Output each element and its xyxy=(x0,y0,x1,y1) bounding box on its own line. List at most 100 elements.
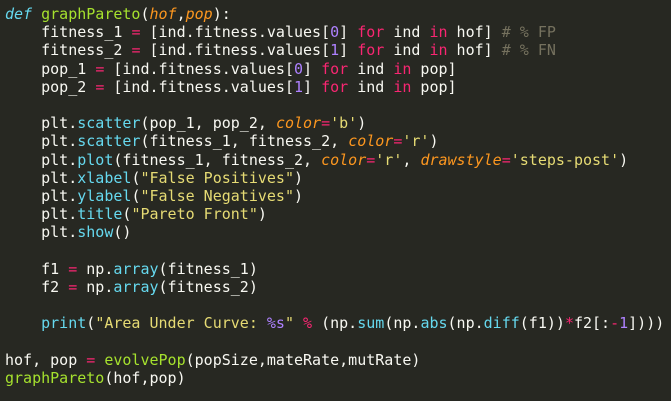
code-token: plt. xyxy=(5,223,78,242)
operator-token: % xyxy=(303,314,313,333)
code-token: (pop_1, pop_2, xyxy=(140,114,276,133)
code-token: ] xyxy=(339,41,358,60)
builtin-call-token: scatter xyxy=(77,132,141,151)
code-token: plt. xyxy=(5,132,78,151)
operator-token: = xyxy=(501,150,511,169)
builtin-call-token: diff xyxy=(483,314,520,333)
code-line: f1 = np.array(fitness_1) xyxy=(5,260,671,278)
function-name-token: graphPareto xyxy=(5,368,105,387)
code-editor[interactable]: def graphPareto(hof,pop): fitness_1 = [i… xyxy=(0,0,671,401)
code-token: ): xyxy=(212,5,231,23)
code-token: [ind.fitness.values[ xyxy=(104,77,294,96)
comment-token: # % FN xyxy=(501,41,556,60)
code-line: print("Area Under Curve: %s" % (np.sum(n… xyxy=(5,314,671,332)
code-token: ) xyxy=(257,205,267,224)
code-line: graphPareto(hof,pop) xyxy=(5,369,671,387)
code-token: ] xyxy=(303,77,322,96)
code-token: (f1)) xyxy=(519,314,565,333)
builtin-call-token: array xyxy=(113,259,159,278)
number-token: 1 xyxy=(330,41,340,60)
code-line: def graphPareto(hof,pop): xyxy=(5,5,671,23)
code-token: np. xyxy=(77,277,114,296)
code-token: ] xyxy=(303,59,322,78)
code-token: pop_1 xyxy=(5,59,96,78)
code-token: (popSize,mateRate,mutRate) xyxy=(185,350,421,369)
code-token: ) xyxy=(294,186,304,205)
keyword-argument-token: color xyxy=(348,132,394,151)
function-name-token: evolvePop xyxy=(104,350,186,369)
operator-token: for xyxy=(321,59,349,78)
code-token: (hof,pop) xyxy=(104,368,186,387)
code-token: ind xyxy=(348,59,394,78)
string-token: "False Positives" xyxy=(140,168,294,187)
code-token: ) xyxy=(619,150,629,169)
code-line: plt.ylabel("False Negatives") xyxy=(5,187,671,205)
code-token: plt. xyxy=(5,168,78,187)
code-line: f2 = np.array(fitness_2) xyxy=(5,278,671,296)
code-token: , xyxy=(402,150,421,169)
builtin-call-token: abs xyxy=(420,314,448,333)
operator-token: in xyxy=(393,59,412,78)
operator-token: in xyxy=(393,77,412,96)
code-token: hof] xyxy=(447,23,502,42)
code-token: fitness_1 xyxy=(5,23,132,42)
builtin-call-token: xlabel xyxy=(77,168,132,187)
builtin-call-token: array xyxy=(113,277,159,296)
code-token: [ind.fitness.values[ xyxy=(140,23,331,42)
code-line: plt.xlabel("False Positives") xyxy=(5,169,671,187)
code-token: pop] xyxy=(411,59,457,78)
code-line: pop_2 = [ind.fitness.values[1] for ind i… xyxy=(5,78,671,96)
code-token: ) xyxy=(294,168,304,187)
string-token: "False Negatives" xyxy=(140,186,294,205)
code-token: np. xyxy=(77,259,114,278)
code-token: hof, pop xyxy=(5,350,87,369)
string-token: " xyxy=(284,314,294,333)
code-token: ind xyxy=(384,23,430,42)
operator-token: in xyxy=(429,23,448,42)
string-token: 'steps-post' xyxy=(510,150,620,169)
parameter-token: hof xyxy=(149,5,177,23)
number-token: 1 xyxy=(619,314,629,333)
code-token: ( xyxy=(86,314,96,333)
string-token: 'r' xyxy=(402,132,430,151)
builtin-call-token: scatter xyxy=(77,114,141,133)
keyword-argument-token: color xyxy=(275,114,322,133)
code-token: pop_2 xyxy=(5,77,96,96)
code-token: ]))) xyxy=(628,314,665,333)
code-line: plt.scatter(pop_1, pop_2, color='b') xyxy=(5,114,671,132)
code-token: (fitness_1) xyxy=(158,259,258,278)
code-token: fitness_2 xyxy=(5,41,132,60)
operator-token: = xyxy=(68,277,78,296)
operator-token: - xyxy=(610,314,620,333)
builtin-call-token: plot xyxy=(77,150,114,169)
code-token: [ind.fitness.values[ xyxy=(104,59,294,78)
code-line: pop_1 = [ind.fitness.values[0] for ind i… xyxy=(5,60,671,78)
string-token: "Area Under Curve: xyxy=(95,314,267,333)
operator-token: = xyxy=(321,114,331,133)
code-token: ) xyxy=(429,132,439,151)
code-token: plt. xyxy=(5,205,78,224)
code-line: plt.title("Pareto Front") xyxy=(5,205,671,223)
builtin-call-token: sum xyxy=(357,314,385,333)
operator-token: = xyxy=(68,259,78,278)
operator-token: for xyxy=(357,41,385,60)
operator-token: in xyxy=(429,41,448,60)
code-token: f2[: xyxy=(573,314,611,333)
code-token: (fitness_1, fitness_2, xyxy=(113,150,322,169)
format-specifier-token: %s xyxy=(266,314,285,333)
keyword-token: def xyxy=(5,5,33,23)
code-token: pop] xyxy=(411,77,457,96)
operator-token: * xyxy=(564,314,574,333)
builtin-call-token: print xyxy=(41,314,87,333)
code-token: (fitness_2) xyxy=(158,277,258,296)
code-token: ind xyxy=(348,77,394,96)
code-token: hof] xyxy=(447,41,502,60)
builtin-call-token: show xyxy=(77,223,114,242)
keyword-argument-token: color xyxy=(321,150,367,169)
number-token: 1 xyxy=(294,77,304,96)
